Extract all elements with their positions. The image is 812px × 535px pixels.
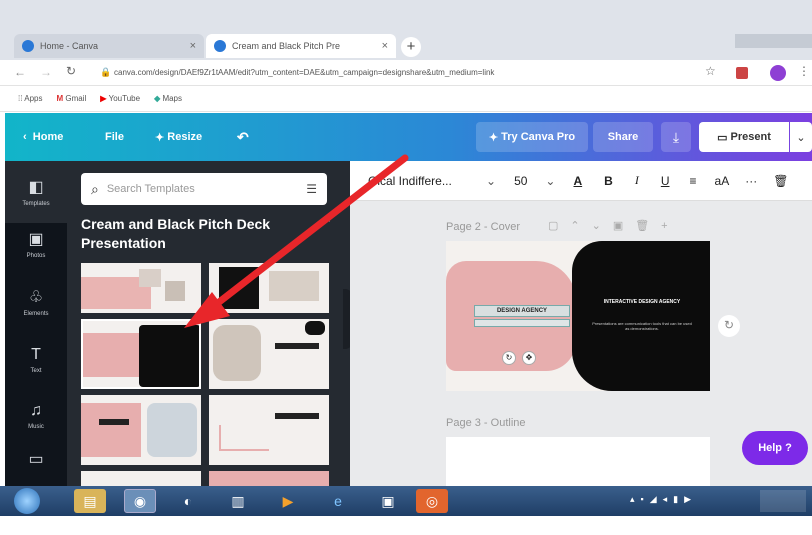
file-explorer-icon[interactable]: ▤ <box>74 489 106 513</box>
media-icon[interactable]: ◐ <box>172 489 204 513</box>
recorder-icon[interactable]: ◎ <box>416 489 448 513</box>
red-arrow-annotation <box>184 154 409 328</box>
bottom-margin <box>0 516 812 535</box>
system-tray-icons[interactable]: ▴▪◢◂▮▶ <box>630 494 697 505</box>
clock-area[interactable] <box>760 490 806 512</box>
media-player-icon[interactable]: ▶ <box>272 489 304 513</box>
network-app-icon[interactable]: ▥ <box>222 489 254 513</box>
app-window-icon[interactable]: ▣ <box>372 489 404 513</box>
start-button[interactable] <box>14 488 40 514</box>
windows-taskbar: ▤ ◉ ◐ ▥ ▶ e ▣ ◎ ▴▪◢◂▮▶ <box>0 486 812 516</box>
arrow-shaft <box>210 154 409 310</box>
internet-explorer-icon[interactable]: e <box>322 489 354 513</box>
chrome-icon[interactable]: ◉ <box>124 489 156 513</box>
